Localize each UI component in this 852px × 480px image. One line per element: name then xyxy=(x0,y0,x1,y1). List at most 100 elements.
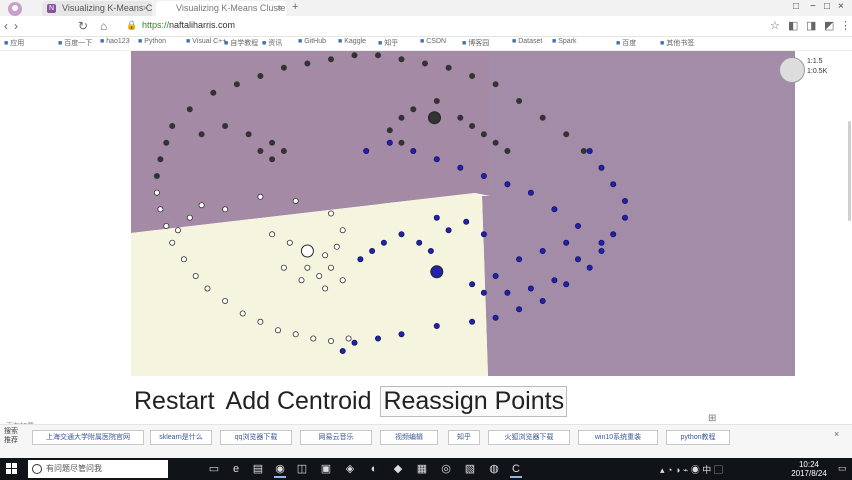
bookmark-item[interactable]: Spark xyxy=(552,38,576,45)
reload-icon[interactable]: ↻ xyxy=(78,19,88,33)
bookmark-item[interactable]: 资讯 xyxy=(262,38,282,48)
data-point xyxy=(539,297,546,304)
store-icon[interactable]: ◫ xyxy=(294,460,310,478)
bookmark-item[interactable]: 博客园 xyxy=(462,38,489,48)
avatar-icon[interactable] xyxy=(4,1,26,17)
bookmark-item[interactable]: Visual C++ xyxy=(186,38,226,45)
home-icon[interactable]: ⌂ xyxy=(100,19,107,33)
scrollbar[interactable] xyxy=(848,121,851,221)
app-icon-7[interactable]: ▧ xyxy=(462,460,478,478)
menu-icon[interactable]: ⋮ xyxy=(840,19,851,32)
taskbar-clock[interactable]: 10:24 2017/8/24 xyxy=(786,460,832,478)
data-point xyxy=(292,197,299,204)
data-point xyxy=(492,81,499,88)
extension-icon-2[interactable]: ◨ xyxy=(806,19,816,32)
taskbar-search-placeholder: 有问题尽管问我 xyxy=(46,464,102,473)
tab-title: Visualizing K-Means Clusterin xyxy=(62,3,152,13)
close-window-icon[interactable]: × xyxy=(838,1,844,12)
search-chip[interactable]: win10系统重装 xyxy=(578,430,658,445)
bookmark-item[interactable]: 自学教程 xyxy=(224,38,258,48)
close-icon[interactable]: × xyxy=(277,1,282,16)
data-point xyxy=(551,277,558,284)
app-icon-2[interactable]: ◈ xyxy=(342,460,358,478)
data-point xyxy=(469,318,476,325)
app-icon-5[interactable]: ▦ xyxy=(414,460,430,478)
taskbar-search[interactable]: 有问题尽管问我 xyxy=(28,460,168,478)
kmeans-visualization[interactable] xyxy=(0,51,852,381)
search-chip[interactable]: 网易云音乐 xyxy=(300,430,372,445)
data-point xyxy=(245,131,252,138)
search-chip[interactable]: 知乎 xyxy=(448,430,480,445)
data-point xyxy=(210,89,217,96)
notification-icon[interactable]: ▭ xyxy=(838,463,847,474)
data-point xyxy=(504,289,511,296)
app-icon-9[interactable]: C xyxy=(508,460,524,478)
app-icon-3[interactable]: ◐ xyxy=(366,460,382,478)
minimize-icon[interactable]: − xyxy=(810,1,816,12)
search-chip[interactable]: sklearn是什么 xyxy=(150,430,212,445)
address-bar[interactable]: 🔒 https://naftaliharris.com xyxy=(120,18,780,33)
edge-icon[interactable]: e xyxy=(228,460,244,478)
tab-visualizing-kmeans-active[interactable]: Visualizing K-Means Clustering × xyxy=(156,1,286,16)
bookmark-item[interactable]: Kaggle xyxy=(338,38,366,45)
task-view-icon[interactable]: ▭ xyxy=(206,460,222,478)
extension-icon[interactable]: ◧ xyxy=(788,19,798,32)
floating-widget[interactable]: 1:1.5 1:0.5K xyxy=(779,57,835,83)
grid-icon[interactable]: ⊞ xyxy=(708,413,716,424)
tray-icons[interactable]: ▴ ◔ ◑ ⌁ ◉ 中 ▢ xyxy=(660,463,723,476)
explorer-icon[interactable]: ▤ xyxy=(250,460,266,478)
user-icon[interactable]: □ xyxy=(793,1,799,12)
tab-visualizing-kmeans[interactable]: N Visualizing K-Means Clusterin × xyxy=(42,1,152,16)
data-point xyxy=(410,106,417,113)
bookmark-item[interactable]: 百度 xyxy=(616,38,636,48)
centroid-marker[interactable] xyxy=(300,244,314,258)
data-point xyxy=(433,214,440,221)
extension-icon-3[interactable]: ◩ xyxy=(824,19,834,32)
windows-start-icon[interactable] xyxy=(6,463,18,475)
app-icon-8[interactable]: ◍ xyxy=(486,460,502,478)
data-point xyxy=(480,289,487,296)
data-point xyxy=(598,247,605,254)
bookmark-item[interactable]: Dataset xyxy=(512,38,542,45)
data-point xyxy=(239,310,246,317)
bookmark-item[interactable]: 应用 xyxy=(4,38,24,48)
bookmark-item[interactable]: 知乎 xyxy=(378,38,398,48)
search-chip[interactable]: python教程 xyxy=(666,430,730,445)
search-chip[interactable]: 上海交通大学附属医院官网 xyxy=(32,430,144,445)
app-icon-4[interactable]: ◆ xyxy=(390,460,406,478)
data-point xyxy=(527,189,534,196)
add-centroid-button[interactable]: Add Centroid xyxy=(224,387,374,416)
maximize-icon[interactable]: □ xyxy=(824,1,830,12)
data-point xyxy=(198,202,205,209)
reassign-points-button[interactable]: Reassign Points xyxy=(380,386,568,417)
data-point xyxy=(327,210,334,217)
bookmark-item[interactable]: 百度一下 xyxy=(58,38,92,48)
app-icon-6[interactable]: ◎ xyxy=(438,460,454,478)
data-point xyxy=(380,239,387,246)
bookmark-item[interactable]: Python xyxy=(138,38,166,45)
bookmark-item[interactable]: hao123 xyxy=(100,38,129,45)
chrome-icon[interactable]: ◉ xyxy=(272,460,288,478)
data-point xyxy=(398,331,405,338)
search-chip[interactable]: qq浏览器下载 xyxy=(220,430,292,445)
data-point xyxy=(457,164,464,171)
back-icon[interactable]: ‹ xyxy=(4,19,8,33)
bookmark-item[interactable]: CSDN xyxy=(420,38,446,45)
data-point xyxy=(198,131,205,138)
close-icon[interactable]: × xyxy=(143,1,148,16)
data-point xyxy=(310,335,317,342)
bookmark-item[interactable]: 其他书签 xyxy=(660,38,694,48)
new-tab-button[interactable]: + xyxy=(292,1,298,13)
search-chip[interactable]: 火狐浏览器下载 xyxy=(488,430,570,445)
search-chip[interactable]: 视频编辑 xyxy=(380,430,438,445)
close-icon[interactable]: × xyxy=(834,429,839,439)
centroid-marker[interactable] xyxy=(428,111,441,125)
app-icon-1[interactable]: ▣ xyxy=(318,460,334,478)
data-point xyxy=(222,123,229,130)
forward-icon[interactable]: › xyxy=(14,19,18,33)
centroid-marker[interactable] xyxy=(430,265,444,279)
star-icon[interactable]: ☆ xyxy=(770,19,780,32)
bookmark-item[interactable]: GitHub xyxy=(298,38,326,45)
data-point xyxy=(186,106,193,113)
restart-button[interactable]: Restart xyxy=(132,387,217,416)
